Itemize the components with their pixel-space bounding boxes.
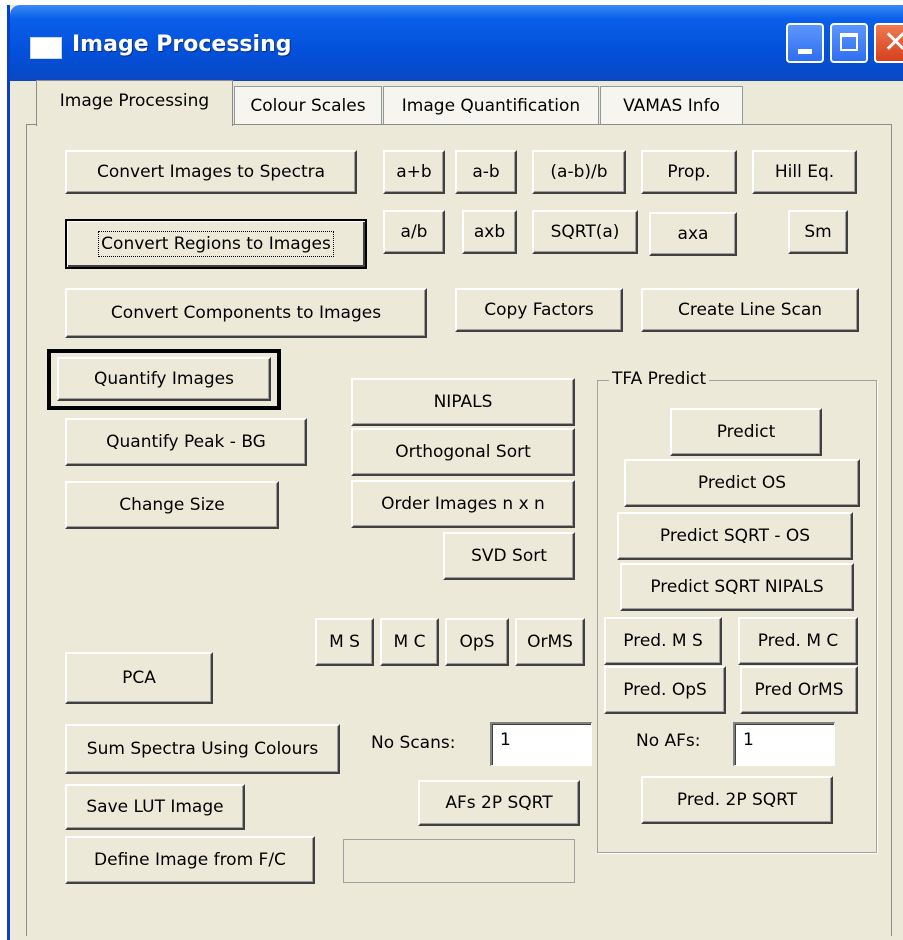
quantify-images-button[interactable]: Quantify Images (57, 357, 271, 401)
pca-button[interactable]: PCA (65, 652, 213, 704)
maximize-icon (840, 33, 858, 51)
tab-colour-scales[interactable]: Colour Scales (234, 86, 382, 124)
save-lut-image-button[interactable]: Save LUT Image (65, 784, 245, 830)
no-afs-label: No AFs: (636, 731, 701, 751)
mc-button[interactable]: M C (380, 618, 439, 666)
pred-mc-button[interactable]: Pred. M C (738, 617, 858, 665)
pred-2p-sqrt-button[interactable]: Pred. 2P SQRT (641, 776, 833, 824)
svd-sort-button[interactable]: SVD Sort (443, 532, 575, 580)
sm-button[interactable]: Sm (788, 210, 848, 254)
tab-strip: Image Processing Colour Scales Image Qua… (0, 76, 903, 130)
close-button[interactable]: ✕ (874, 23, 903, 63)
quantify-peak-bg-button[interactable]: Quantify Peak - BG (65, 418, 307, 466)
copy-factors-button[interactable]: Copy Factors (455, 288, 623, 332)
orms-button[interactable]: OrMS (515, 618, 585, 666)
predict-os-button[interactable]: Predict OS (624, 459, 860, 507)
no-scans-label: No Scans: (371, 733, 456, 753)
define-image-field[interactable] (343, 839, 575, 883)
ms-button[interactable]: M S (315, 618, 374, 666)
predict-sqrt-nipals-button[interactable]: Predict SQRT NIPALS (620, 563, 854, 611)
convert-components-to-images-button[interactable]: Convert Components to Images (65, 288, 427, 338)
change-size-button[interactable]: Change Size (65, 481, 279, 529)
minimize-button[interactable] (786, 23, 824, 63)
define-image-from-fc-button[interactable]: Define Image from F/C (65, 836, 315, 884)
minimize-icon (798, 49, 812, 54)
a-over-b-button[interactable]: a/b (383, 210, 445, 254)
tab-image-quantification[interactable]: Image Quantification (383, 86, 599, 124)
no-afs-input[interactable]: 1 (733, 722, 835, 766)
create-line-scan-button[interactable]: Create Line Scan (641, 288, 859, 332)
sqrt-a-button[interactable]: SQRT(a) (532, 210, 638, 254)
nipals-button[interactable]: NIPALS (351, 378, 575, 426)
close-icon: ✕ (883, 25, 903, 60)
a-minus-b-over-b-button[interactable]: (a-b)/b (532, 150, 626, 194)
window-title: Image Processing (72, 32, 292, 57)
pred-ms-button[interactable]: Pred. M S (604, 617, 722, 665)
a-times-a-button[interactable]: axa (649, 212, 737, 256)
orthogonal-sort-button[interactable]: Orthogonal Sort (351, 428, 575, 476)
tab-image-processing[interactable]: Image Processing (36, 80, 233, 126)
a-plus-b-button[interactable]: a+b (383, 150, 445, 194)
a-minus-b-button[interactable]: a-b (455, 150, 517, 194)
tab-vamas-info[interactable]: VAMAS Info (600, 86, 743, 124)
afs-2p-sqrt-button[interactable]: AFs 2P SQRT (418, 780, 580, 826)
tfa-predict-label: TFA Predict (609, 369, 710, 389)
predict-button[interactable]: Predict (670, 408, 822, 456)
order-images-button[interactable]: Order Images n x n (351, 480, 575, 528)
a-times-b-button[interactable]: axb (462, 210, 517, 254)
title-bar[interactable]: Image Processing ✕ (10, 5, 903, 81)
ops-button[interactable]: OpS (445, 618, 509, 666)
no-scans-input[interactable]: 1 (490, 722, 592, 766)
pred-orms-button[interactable]: Pred OrMS (740, 666, 858, 714)
maximize-button[interactable] (830, 23, 868, 63)
predict-sqrt-os-button[interactable]: Predict SQRT - OS (617, 512, 853, 560)
convert-regions-to-images-button[interactable]: Convert Regions to Images (65, 219, 367, 269)
convert-regions-to-images-label: Convert Regions to Images (98, 231, 334, 257)
hill-eq-button[interactable]: Hill Eq. (752, 150, 857, 194)
convert-images-to-spectra-button[interactable]: Convert Images to Spectra (65, 150, 357, 194)
prop-button[interactable]: Prop. (641, 150, 737, 194)
sum-spectra-button[interactable]: Sum Spectra Using Colours (65, 724, 340, 774)
window-icon (30, 37, 62, 59)
pred-ops-button[interactable]: Pred. OpS (604, 666, 726, 714)
